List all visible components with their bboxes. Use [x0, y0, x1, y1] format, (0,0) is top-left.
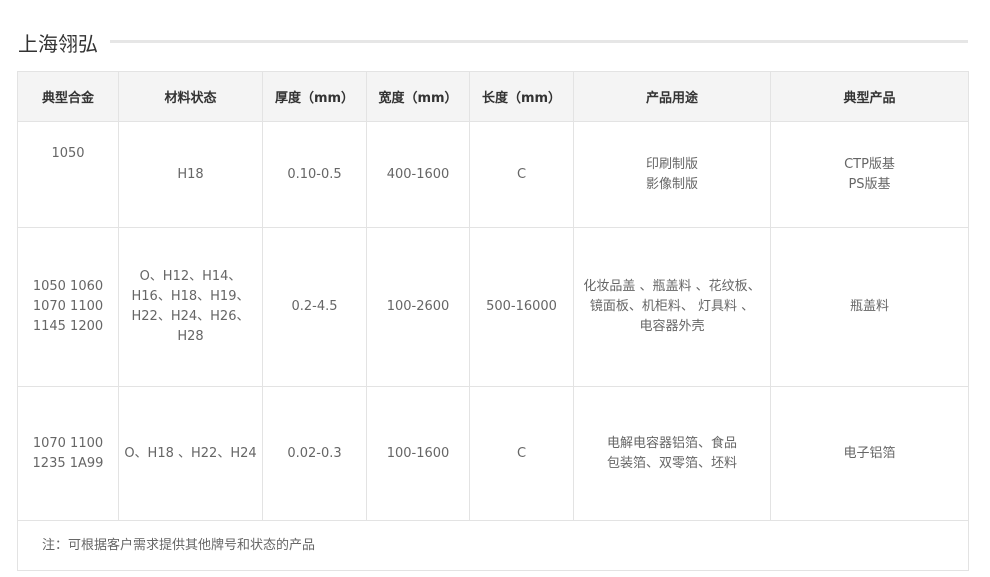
table-row: 1050 1060 1070 1100 1145 1200 O、H12、H14、…	[17, 227, 969, 387]
cell-product: 电子铝箔	[770, 386, 969, 521]
cell-alloy: 1050 1060 1070 1100 1145 1200	[17, 227, 119, 387]
table-row: 1070 1100 1235 1A99 O、H18 、H22、H24 0.02-…	[17, 386, 969, 521]
page-title: 上海翎弘	[18, 28, 104, 57]
cell-usage: 印刷制版 影像制版	[573, 121, 771, 228]
cell-length: 500-16000	[469, 227, 574, 387]
cell-usage: 化妆品盖 、瓶盖料 、花纹板、 镜面板、机柜料、 灯具料 、 电容器外壳	[573, 227, 771, 387]
header-product: 典型产品	[770, 71, 969, 122]
header-width: 宽度（mm）	[366, 71, 470, 122]
cell-state: H18	[118, 121, 263, 228]
cell-product: CTP版基 PS版基	[770, 121, 969, 228]
cell-length: C	[469, 386, 574, 521]
cell-width: 100-1600	[366, 386, 470, 521]
cell-thickness: 0.02-0.3	[262, 386, 367, 521]
header-length: 长度（mm）	[469, 71, 574, 122]
cell-usage: 电解电容器铝箔、食品 包装箔、双零箔、坯料	[573, 386, 771, 521]
table-row: 1050 H18 0.10-0.5 400-1600 C 印刷制版 影像制版 C…	[17, 121, 969, 228]
cell-alloy: 1070 1100 1235 1A99	[17, 386, 119, 521]
spec-table: 典型合金 材料状态 厚度（mm） 宽度（mm） 长度（mm） 产品用途 典型产品…	[17, 71, 969, 571]
cell-thickness: 0.10-0.5	[262, 121, 367, 228]
cell-thickness: 0.2-4.5	[262, 227, 367, 387]
header-state: 材料状态	[118, 71, 263, 122]
cell-width: 100-2600	[366, 227, 470, 387]
table-note-row: 注：可根据客户需求提供其他牌号和状态的产品	[17, 520, 969, 571]
cell-state: O、H12、H14、 H16、H18、H19、 H22、H24、H26、 H28	[118, 227, 263, 387]
header-usage: 产品用途	[573, 71, 771, 122]
cell-width: 400-1600	[366, 121, 470, 228]
cell-length: C	[469, 121, 574, 228]
title-divider	[110, 40, 968, 43]
cell-product: 瓶盖料	[770, 227, 969, 387]
table-header-row: 典型合金 材料状态 厚度（mm） 宽度（mm） 长度（mm） 产品用途 典型产品	[17, 71, 969, 122]
cell-state: O、H18 、H22、H24	[118, 386, 263, 521]
header-thickness: 厚度（mm）	[262, 71, 367, 122]
cell-alloy: 1050	[17, 121, 119, 228]
table-note: 注：可根据客户需求提供其他牌号和状态的产品	[17, 520, 969, 571]
section-header: 上海翎弘	[18, 24, 968, 60]
header-alloy: 典型合金	[17, 71, 119, 122]
